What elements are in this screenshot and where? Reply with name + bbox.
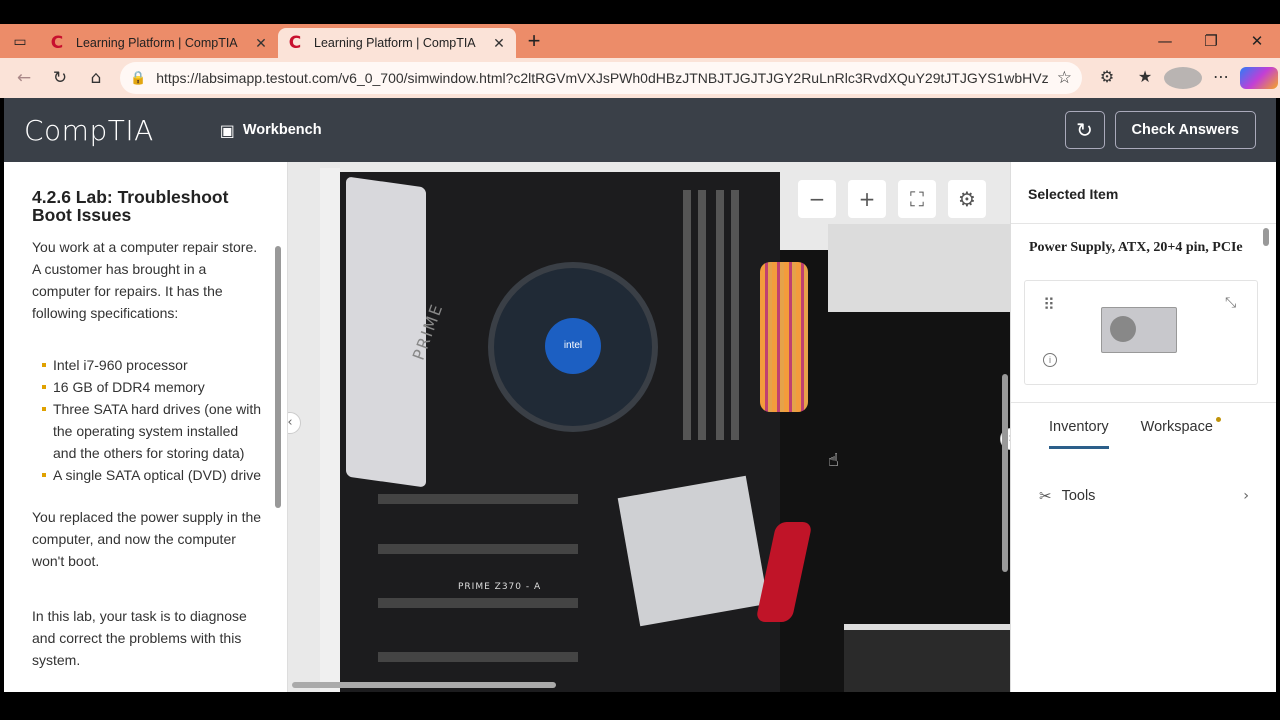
lab-problem: You replaced the power supply in the com… [32, 509, 262, 569]
more-menu-icon[interactable]: ⋯ [1202, 67, 1240, 89]
new-tab-icon[interactable]: + [516, 28, 552, 54]
site-info-icon[interactable]: 🔒 [130, 71, 146, 86]
selected-item-name: Power Supply, ATX, 20+4 pin, PCIe [1029, 240, 1243, 255]
selected-item-card[interactable]: ⠿ ⤡ i [1024, 280, 1258, 385]
tools-icon: ✂ [1039, 487, 1052, 505]
lab-app: CompTIA ▣ Workbench ↻ Check Answers 4.2.… [4, 98, 1276, 692]
lab-intro: You work at a computer repair store. A c… [32, 239, 258, 321]
tab-title: Learning Platform | CompTIA [76, 36, 238, 50]
copilot-icon[interactable] [1240, 67, 1278, 89]
lab-title: 4.2.6 Lab: Troubleshoot Boot Issues [32, 187, 229, 225]
check-answers-button[interactable]: Check Answers [1114, 111, 1256, 149]
workspace-viewport[interactable]: PRIME intel PRIME Z370 - A − + ⛶ ⚙ ‹ › ☝ [288, 162, 1010, 692]
ram-slot[interactable] [683, 190, 691, 440]
atx-power-cable[interactable] [760, 262, 808, 412]
notification-dot [1215, 417, 1221, 422]
pcie-slot[interactable] [378, 544, 578, 554]
browser-tab-2[interactable]: C Learning Platform | CompTIA ✕ [278, 28, 516, 58]
address-bar[interactable]: 🔒 https://labsimapp.testout.com/v6_0_700… [120, 62, 1082, 94]
collapse-icon[interactable]: ⤡ [1225, 295, 1236, 311]
spec-item: A single SATA optical (DVD) drive [32, 464, 264, 486]
pcie-slot[interactable] [378, 494, 578, 504]
collapse-left-chevron-icon[interactable]: ‹ [288, 412, 301, 434]
tab-title: Learning Platform | CompTIA [314, 36, 476, 50]
instructions-scrollbar[interactable] [275, 246, 281, 508]
tools-label: Tools [1061, 488, 1096, 504]
close-window-icon[interactable]: ✕ [1234, 32, 1280, 50]
tab-inventory-label: Inventory [1049, 419, 1109, 435]
back-icon[interactable]: ← [6, 62, 42, 94]
spec-item: Intel i7-960 processor [32, 354, 264, 376]
item-panel-scrollbar[interactable] [1263, 228, 1269, 246]
comptia-logo: CompTIA [24, 113, 154, 147]
browser-tab-strip: ▭ C Learning Platform | CompTIA ✕ C Lear… [0, 24, 1280, 58]
chevron-right-icon: › [1243, 488, 1249, 504]
hand-cursor-icon: ☝ [828, 450, 839, 471]
instructions-panel: 4.2.6 Lab: Troubleshoot Boot Issues You … [4, 162, 288, 692]
favorite-star-icon[interactable]: ☆ [1057, 68, 1072, 88]
browser-nav-bar: ← ↻ ⌂ 🔒 https://labsimapp.testout.com/v6… [0, 58, 1280, 98]
browser-tab-1[interactable]: C Learning Platform | CompTIA ✕ [40, 28, 278, 58]
panel-tabs: Inventory Workspace [1011, 402, 1276, 452]
minimize-icon[interactable]: — [1142, 32, 1188, 50]
workspace-vertical-scrollbar[interactable] [1002, 374, 1008, 572]
settings-gear-icon[interactable]: ⚙ [948, 180, 986, 218]
zoom-in-icon[interactable]: + [848, 180, 886, 218]
screen-bottom-bar [0, 692, 1280, 720]
zoom-out-icon[interactable]: − [798, 180, 836, 218]
home-icon[interactable]: ⌂ [78, 62, 114, 94]
restore-icon[interactable]: ❐ [1188, 32, 1234, 50]
reset-lab-button[interactable]: ↻ [1064, 111, 1105, 149]
lab-task: In this lab, your task is to diagnose an… [32, 608, 247, 668]
chipset-heatsink [617, 475, 769, 627]
case-side-panel [320, 168, 340, 692]
url-text[interactable]: https://labsimapp.testout.com/v6_0_700/s… [156, 70, 1049, 86]
app-header: CompTIA ▣ Workbench ↻ Check Answers [4, 98, 1276, 162]
screen-top-bar [0, 0, 1280, 24]
comptia-favicon-icon: C [50, 33, 64, 53]
tab-inventory[interactable]: Inventory [1049, 403, 1109, 449]
workspace-horizontal-scrollbar[interactable] [292, 682, 556, 688]
tab-actions-icon[interactable]: ▭ [0, 24, 40, 58]
drive-bay[interactable] [828, 224, 1010, 312]
selected-item-header: Selected Item [1011, 162, 1276, 224]
spec-list: Intel i7-960 processor 16 GB of DDR4 mem… [32, 354, 264, 486]
board-model-label: PRIME Z370 - A [458, 582, 542, 592]
workbench-link[interactable]: ▣ Workbench [220, 121, 322, 140]
pcie-slot[interactable] [378, 598, 578, 608]
info-icon[interactable]: i [1043, 353, 1057, 367]
spec-item: Three SATA hard drives (one with the ope… [32, 398, 264, 464]
ram-slot[interactable] [698, 190, 706, 440]
power-supply-image[interactable] [1101, 307, 1177, 353]
tools-category[interactable]: ✂ Tools › [1039, 487, 1249, 505]
workbench-icon: ▣ [219, 120, 235, 140]
drag-handle-icon[interactable]: ⠿ [1043, 295, 1055, 314]
hard-drive[interactable] [844, 624, 1010, 692]
ram-slot[interactable] [716, 190, 724, 440]
reload-icon[interactable]: ↻ [42, 62, 78, 94]
tab-workspace-label: Workspace [1140, 419, 1213, 435]
workbench-label: Workbench [242, 122, 322, 138]
tab-close-icon[interactable]: ✕ [490, 35, 508, 52]
favorites-icon[interactable]: ★ [1126, 67, 1164, 89]
vrm-heatsink [346, 176, 426, 488]
extensions-icon[interactable]: ⚙ [1088, 67, 1126, 89]
profile-icon[interactable] [1164, 67, 1202, 89]
tab-close-icon[interactable]: ✕ [252, 35, 270, 52]
comptia-favicon-icon: C [288, 33, 302, 53]
spec-item: 16 GB of DDR4 memory [32, 376, 264, 398]
pcie-slot[interactable] [378, 652, 578, 662]
tab-workspace[interactable]: Workspace [1140, 403, 1221, 449]
ram-slot[interactable] [731, 190, 739, 440]
selected-item-panel: Selected Item Power Supply, ATX, 20+4 pi… [1010, 162, 1276, 692]
fullscreen-icon[interactable]: ⛶ [898, 180, 936, 218]
cpu-brand-label: intel [545, 318, 601, 374]
